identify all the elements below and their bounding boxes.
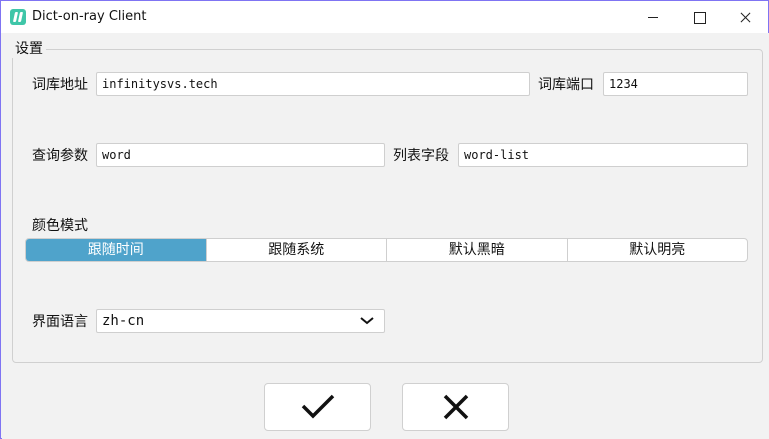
query-param-input[interactable]: [96, 143, 385, 167]
title-bar[interactable]: Dict-on-ray Client: [1, 1, 768, 33]
maximize-icon[interactable]: [676, 1, 722, 33]
app-window: Dict-on-ray Client 设置 词库地址 词库端口 查询参数 列表字…: [0, 0, 769, 439]
window-title: Dict-on-ray Client: [32, 9, 147, 24]
list-field-label: 列表字段: [393, 148, 449, 164]
ui-language-select[interactable]: zh-cn: [96, 309, 385, 333]
checkmark-icon: [301, 394, 334, 419]
app-logo-icon: [10, 9, 26, 25]
color-mode-selector: 跟随时间 跟随系统 默认黑暗 默认明亮: [25, 238, 748, 262]
color-mode-option-follow-system[interactable]: 跟随系统: [207, 239, 387, 261]
color-mode-option-default-light[interactable]: 默认明亮: [568, 239, 748, 261]
color-mode-label: 颜色模式: [32, 218, 88, 234]
confirm-button[interactable]: [264, 383, 371, 431]
ui-language-value: zh-cn: [102, 313, 145, 329]
cancel-button[interactable]: [402, 383, 509, 431]
dict-port-label: 词库端口: [538, 77, 594, 93]
minimize-icon[interactable]: [630, 1, 676, 33]
query-param-label: 查询参数: [32, 148, 88, 164]
dict-address-label: 词库地址: [32, 77, 88, 93]
chevron-down-icon: [360, 317, 374, 325]
close-icon[interactable]: [722, 1, 768, 33]
dialog-content: 设置 词库地址 词库端口 查询参数 列表字段 颜色模式 跟随时间 跟随系统 默认…: [2, 33, 769, 439]
dict-port-input[interactable]: [603, 72, 748, 96]
ui-language-label: 界面语言: [32, 314, 88, 330]
x-icon: [443, 394, 468, 420]
settings-group-title: 设置: [12, 40, 46, 58]
color-mode-option-follow-time[interactable]: 跟随时间: [26, 239, 207, 261]
color-mode-option-default-dark[interactable]: 默认黑暗: [387, 239, 568, 261]
list-field-input[interactable]: [458, 143, 748, 167]
dict-address-input[interactable]: [96, 72, 530, 96]
